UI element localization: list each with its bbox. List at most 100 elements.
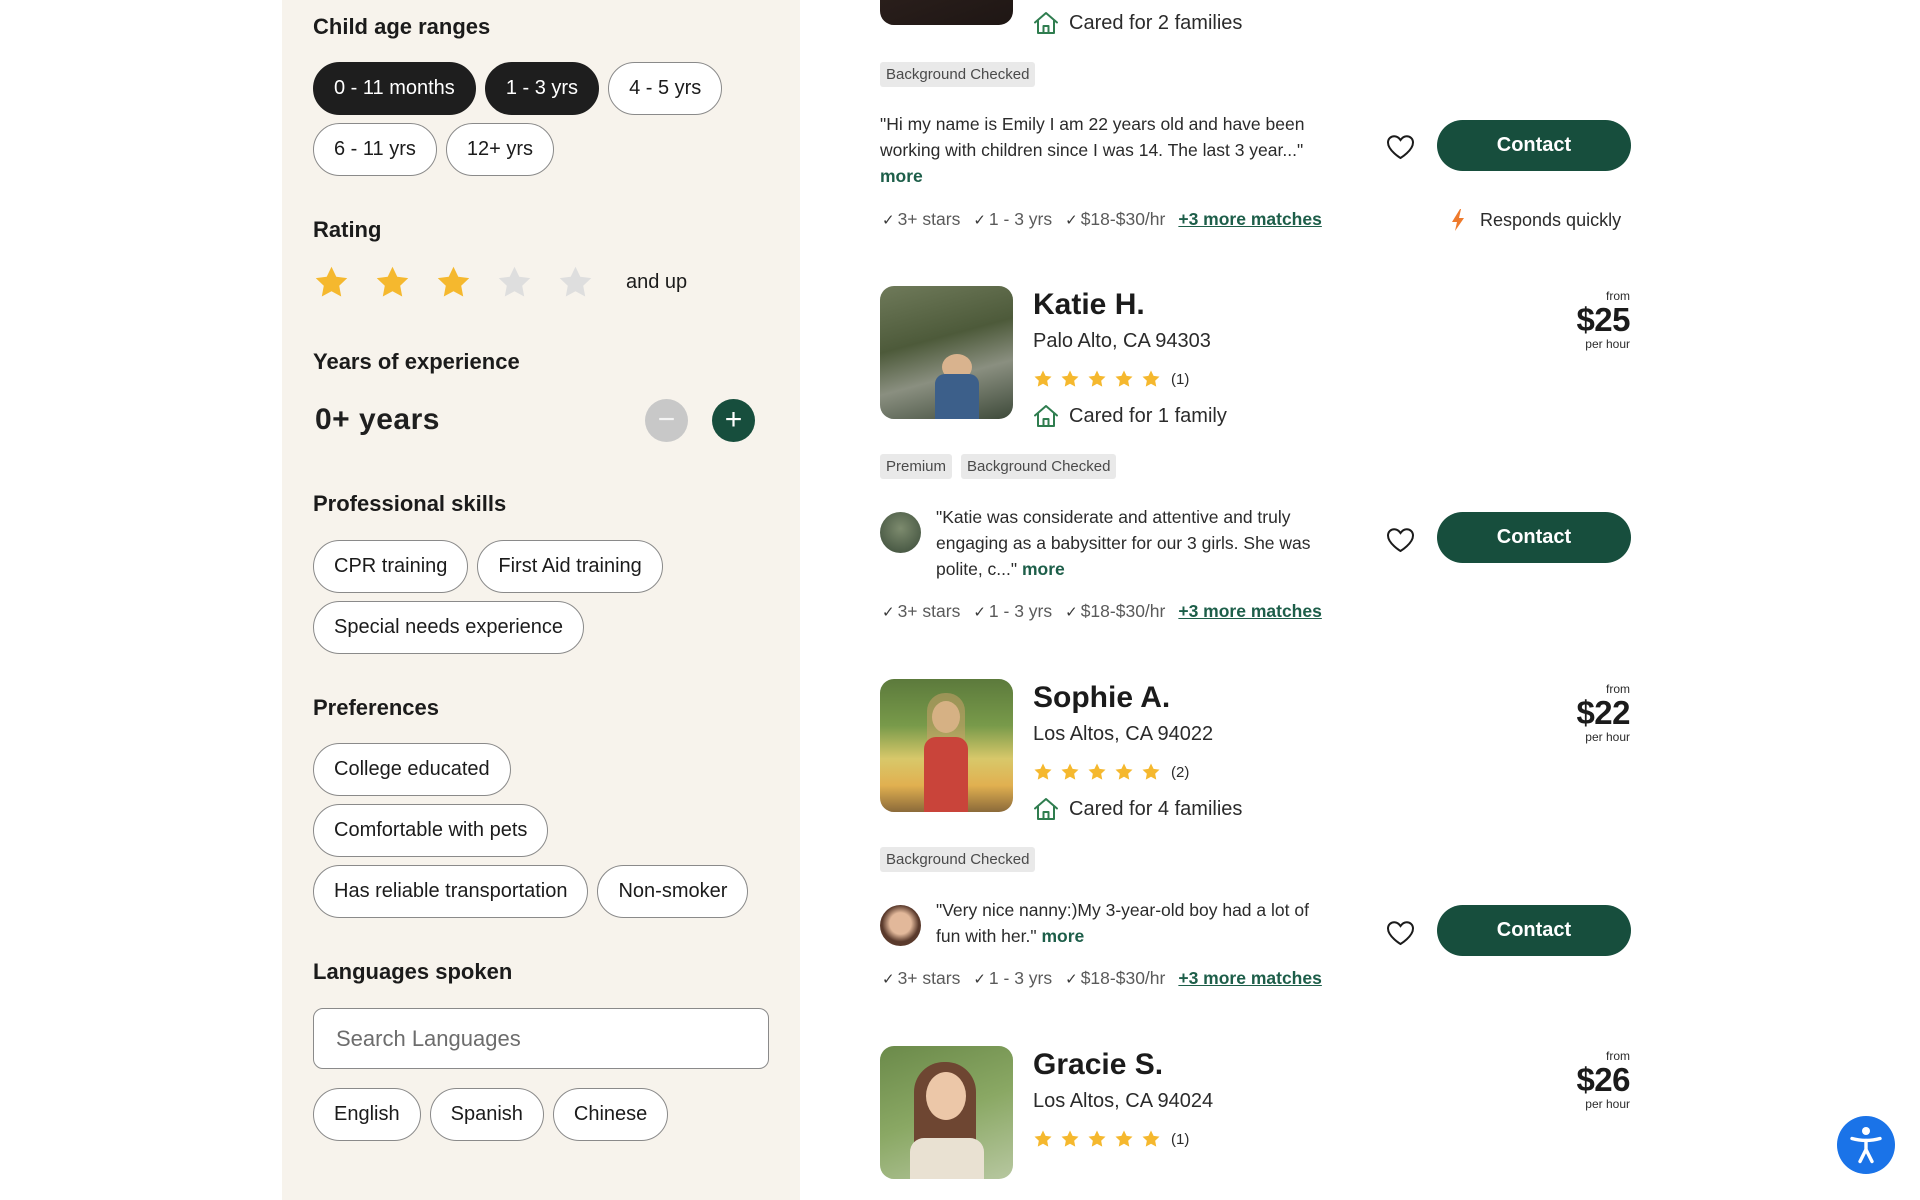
star-icon	[1060, 369, 1080, 389]
more-link[interactable]: more	[1041, 926, 1084, 946]
age-chip-4-5-yrs[interactable]: 4 - 5 yrs	[608, 62, 723, 115]
child-age-title: Child age ranges	[313, 14, 491, 39]
review-quote: "Hi my name is Emily I am 22 years old a…	[880, 111, 1320, 189]
decrease-years-button[interactable]: −	[645, 398, 688, 442]
caregiver-location: Palo Alto, CA 94303	[1033, 330, 1211, 352]
cared-for: Cared for 1 family	[1033, 404, 1227, 428]
match-item: ✓ 1 - 3 yrs	[973, 209, 1053, 229]
rating-star-5-icon[interactable]	[557, 264, 594, 301]
skills-title: Professional skills	[313, 491, 507, 516]
badges: Background Checked	[880, 62, 1036, 87]
match-item: ✓ 3+ stars	[882, 601, 961, 621]
star-icon	[1114, 369, 1134, 389]
skill-chip-cpr[interactable]: CPR training	[313, 540, 469, 593]
experience-stepper: 0+ years − +	[315, 398, 755, 442]
more-link[interactable]: more	[880, 166, 923, 186]
price-unit-label: per hour	[1585, 730, 1630, 744]
rating-and-up-label: and up	[626, 271, 688, 293]
pref-chip-pets[interactable]: Comfortable with pets	[313, 804, 549, 857]
lang-chip-chinese[interactable]: Chinese	[552, 1088, 669, 1141]
skill-chip-first-aid[interactable]: First Aid training	[477, 540, 663, 593]
quote-text: "Hi my name is Emily I am 22 years old a…	[880, 114, 1305, 160]
match-item: ✓ 3+ stars	[882, 968, 961, 988]
rating-star-2-icon[interactable]	[374, 264, 411, 301]
experience-value: 0+ years	[315, 403, 440, 436]
star-icon	[1060, 762, 1080, 782]
cared-for-label: Cared for 1 family	[1069, 404, 1227, 427]
badge-background-checked: Background Checked	[961, 454, 1117, 479]
cared-for-label: Cared for 4 families	[1069, 797, 1243, 820]
caregiver-photo[interactable]	[880, 679, 1013, 812]
skill-chip-special-needs[interactable]: Special needs experience	[313, 601, 585, 654]
caregiver-name[interactable]: Gracie S.	[1033, 1048, 1163, 1082]
preferences-title: Preferences	[313, 695, 439, 720]
age-chip-1-3-yrs[interactable]: 1 - 3 yrs	[484, 62, 600, 115]
contact-button[interactable]: Contact	[1437, 512, 1631, 563]
price-block: from $26 per hour	[1510, 1049, 1630, 1111]
star-icon	[1033, 1129, 1053, 1149]
quote-text: "Katie was considerate and attentive and…	[936, 507, 1311, 579]
price-value: $26	[1576, 1061, 1630, 1098]
contact-button[interactable]: Contact	[1437, 905, 1631, 956]
accessibility-button[interactable]	[1837, 1116, 1895, 1174]
star-icon	[1141, 1129, 1161, 1149]
home-icon	[1033, 11, 1059, 35]
star-icon	[1141, 369, 1161, 389]
skills-row-2: Special needs experience	[313, 601, 585, 654]
caregiver-photo[interactable]	[880, 286, 1013, 419]
match-criteria: ✓ 3+ stars ✓ 1 - 3 yrs ✓ $18-$30/hr +3 more…	[882, 209, 1322, 230]
more-matches-link[interactable]: +3 more matches	[1178, 209, 1321, 230]
rating-stars: and up	[313, 264, 687, 301]
lang-chip-english[interactable]: English	[313, 1088, 421, 1141]
caregiver-rating: (1)	[1033, 369, 1189, 389]
star-icon	[1060, 1129, 1080, 1149]
age-chip-6-11-yrs[interactable]: 6 - 11 yrs	[313, 123, 437, 176]
more-matches-link[interactable]: +3 more matches	[1178, 968, 1321, 989]
contact-button[interactable]: Contact	[1437, 120, 1631, 171]
experience-title: Years of experience	[313, 349, 520, 374]
preferences-row-2: Comfortable with pets	[313, 804, 549, 857]
lang-chip-spanish[interactable]: Spanish	[429, 1088, 544, 1141]
star-icon	[1114, 762, 1134, 782]
languages-title: Languages spoken	[313, 959, 513, 984]
pref-chip-college[interactable]: College educated	[313, 743, 511, 796]
caregiver-photo[interactable]	[880, 1046, 1013, 1179]
more-link[interactable]: more	[1022, 559, 1065, 579]
caregiver-name[interactable]: Katie H.	[1033, 288, 1145, 322]
lightning-icon	[1452, 209, 1464, 231]
home-icon	[1033, 404, 1059, 428]
filters-sidebar: Child age ranges 0 - 11 months 1 - 3 yrs…	[282, 0, 800, 1200]
review-quote: "Very nice nanny:)My 3-year-old boy had …	[936, 897, 1336, 949]
cared-for: Cared for 2 families	[1033, 11, 1242, 35]
caregiver-location: Los Altos, CA 94024	[1033, 1090, 1214, 1112]
pref-chip-transportation[interactable]: Has reliable transportation	[313, 865, 589, 918]
caregiver-rating: (2)	[1033, 762, 1189, 782]
heart-icon[interactable]	[1386, 134, 1415, 160]
skills-row-1: CPR training First Aid training	[313, 540, 663, 593]
cared-for: Cared for 4 families	[1033, 797, 1242, 821]
cared-for-label: Cared for 2 families	[1069, 11, 1243, 34]
caregiver-name[interactable]: Sophie A.	[1033, 681, 1170, 715]
rating-star-3-icon[interactable]	[435, 264, 472, 301]
increase-years-button[interactable]: +	[712, 398, 755, 442]
age-chip-12-plus-yrs[interactable]: 12+ yrs	[445, 123, 555, 176]
age-chip-0-11-months[interactable]: 0 - 11 months	[313, 62, 476, 115]
caregiver-location: Los Altos, CA 94022	[1033, 723, 1214, 745]
more-matches-link[interactable]: +3 more matches	[1178, 601, 1321, 622]
review-quote: "Katie was considerate and attentive and…	[936, 504, 1336, 582]
heart-icon[interactable]	[1386, 920, 1415, 946]
heart-icon[interactable]	[1386, 527, 1415, 553]
language-search-input[interactable]: Search Languages	[313, 1008, 769, 1069]
languages-row: English Spanish Chinese	[313, 1088, 669, 1141]
quote-text: "Very nice nanny:)My 3-year-old boy had …	[936, 900, 1309, 946]
match-item: ✓ $18-$30/hr	[1065, 601, 1166, 621]
rating-star-1-icon[interactable]	[313, 264, 350, 301]
home-icon	[1033, 797, 1059, 821]
badge-premium: Premium	[880, 454, 953, 479]
review-count: (1)	[1171, 1130, 1190, 1148]
rating-star-4-icon[interactable]	[496, 264, 533, 301]
caregiver-photo[interactable]	[880, 0, 1013, 25]
star-icon	[1033, 762, 1053, 782]
match-item: ✓ 3+ stars	[882, 209, 961, 229]
pref-chip-non-smoker[interactable]: Non-smoker	[597, 865, 749, 918]
